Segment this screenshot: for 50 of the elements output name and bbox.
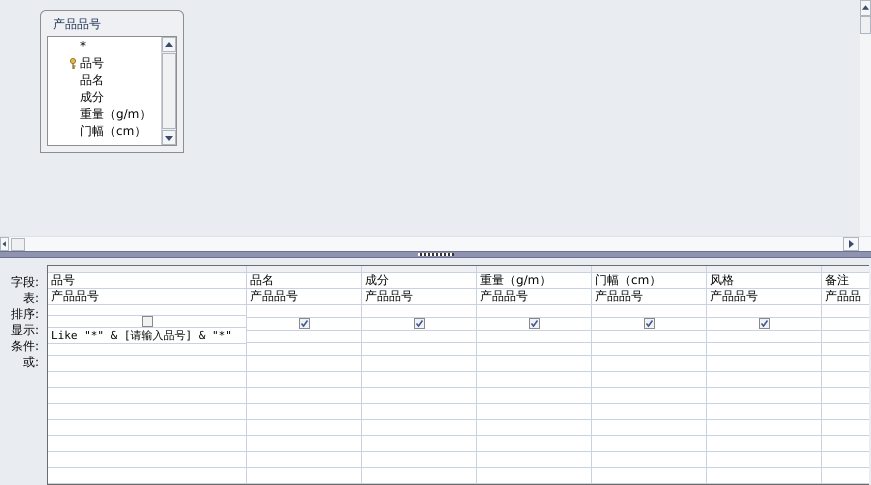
- scroll-thumb[interactable]: [11, 238, 25, 250]
- field-cell[interactable]: 品名: [247, 273, 361, 290]
- criteria-cell[interactable]: Like "*" & [请输入品号] & "*": [48, 328, 246, 344]
- table-cell[interactable]: 产品品: [822, 289, 869, 306]
- field-name[interactable]: 品名: [80, 72, 104, 89]
- show-checkbox[interactable]: [142, 316, 152, 328]
- row-label: 字段:: [10, 274, 39, 290]
- row-label: 或:: [22, 354, 39, 370]
- field-name[interactable]: *: [80, 38, 86, 55]
- table-title: 产品品号: [52, 16, 102, 33]
- up-arrow-icon: [164, 40, 174, 50]
- field-name[interactable]: 成分: [80, 89, 104, 106]
- scroll-thumb[interactable]: [860, 16, 871, 34]
- column-selector[interactable]: [592, 266, 706, 274]
- table-cell[interactable]: 产品品号: [707, 289, 821, 306]
- column-selector[interactable]: [247, 266, 361, 274]
- table-cell[interactable]: 产品品号: [362, 289, 476, 306]
- show-checkbox[interactable]: [758, 318, 770, 330]
- left-arrow-icon: [1, 239, 8, 249]
- column-selector[interactable]: [477, 266, 591, 274]
- vertical-scrollbar[interactable]: [860, 0, 871, 236]
- field-name[interactable]: 品号: [80, 55, 104, 72]
- show-checkbox[interactable]: [414, 318, 424, 330]
- horizontal-scrollbar[interactable]: [0, 236, 871, 251]
- pane-splitter[interactable]: [0, 251, 871, 258]
- show-checkbox[interactable]: [528, 318, 540, 330]
- scrollbar[interactable]: [161, 37, 176, 145]
- up-arrow-icon: [861, 3, 870, 13]
- row-label: 表:: [22, 290, 39, 306]
- row-label: 条件:: [10, 338, 39, 354]
- column-selector[interactable]: [362, 266, 476, 274]
- row-label: 排序:: [10, 306, 39, 322]
- field-cell[interactable]: 成分: [362, 273, 476, 290]
- field-cell[interactable]: 风格: [707, 273, 821, 290]
- field-name[interactable]: 重量（g/m）: [80, 106, 152, 123]
- table-cell[interactable]: 产品品号: [247, 289, 361, 306]
- table-cell[interactable]: 产品品号: [48, 288, 246, 305]
- field-cell[interactable]: 门幅（cm）: [592, 273, 706, 290]
- field-cell[interactable]: 备注: [822, 273, 869, 290]
- field-name[interactable]: 门幅（cm）: [80, 123, 146, 140]
- column-selector[interactable]: [707, 266, 821, 274]
- show-checkbox[interactable]: [298, 318, 310, 330]
- right-arrow-icon: [846, 239, 856, 249]
- table-cell[interactable]: 产品品号: [477, 289, 591, 306]
- field-cell[interactable]: 品号: [48, 272, 246, 289]
- show-checkbox[interactable]: [644, 318, 654, 330]
- column-selector[interactable]: [48, 266, 246, 273]
- field-cell[interactable]: 重量（g/m）: [477, 273, 591, 290]
- table-cell[interactable]: 产品品号: [592, 289, 706, 306]
- row-label: 显示:: [10, 322, 39, 338]
